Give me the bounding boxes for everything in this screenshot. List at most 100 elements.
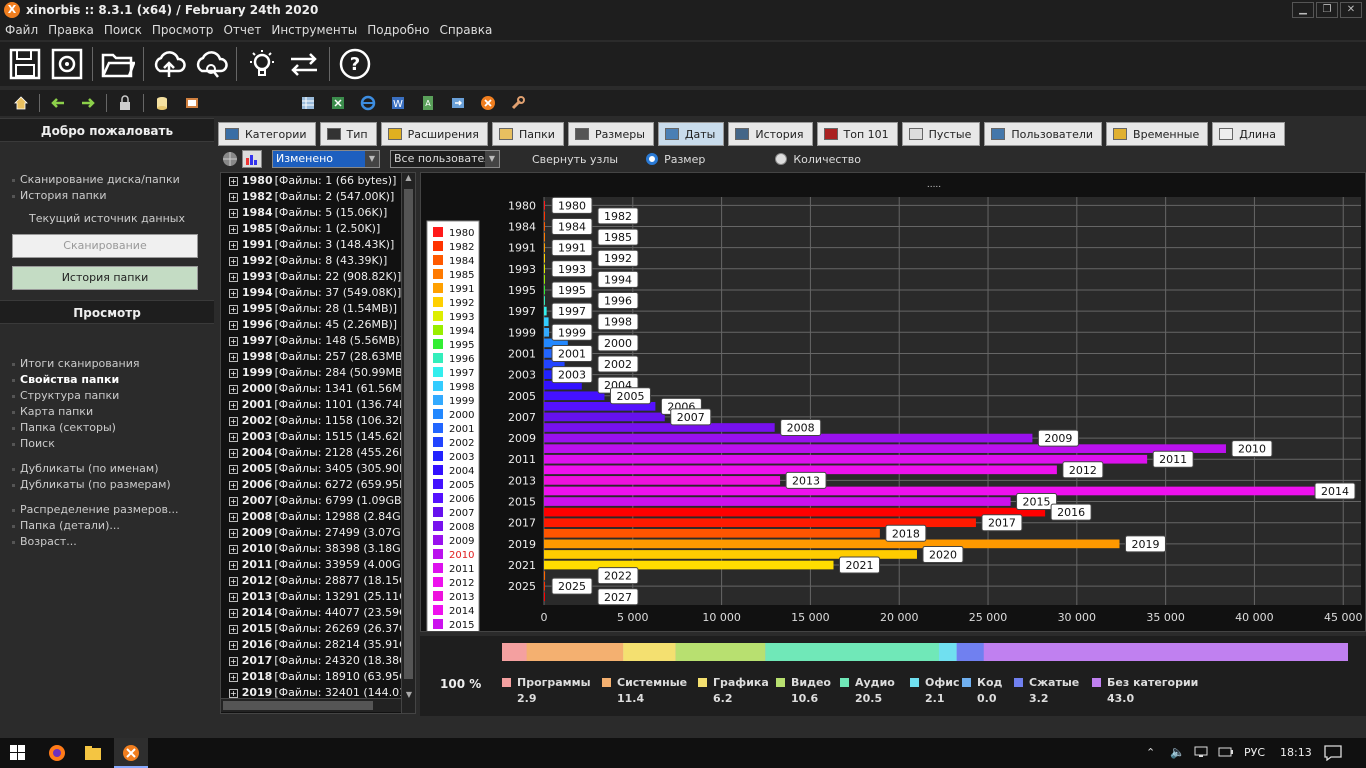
xinorbis-icon[interactable] — [479, 94, 497, 112]
swap-icon[interactable] — [286, 46, 322, 82]
word-icon[interactable]: W — [389, 94, 407, 112]
expand-icon[interactable]: + — [229, 416, 238, 426]
menu-view[interactable]: Просмотр — [147, 23, 219, 37]
expand-icon[interactable]: + — [229, 608, 238, 618]
date-mode-select[interactable]: Изменено ▼ — [272, 150, 380, 168]
tab-clock[interactable]: История — [728, 122, 813, 146]
tree-row[interactable]: +1997 [Файлы: 148 (5.56MB)] — [221, 333, 415, 349]
year-tree[interactable]: +1980 [Файлы: 1 (66 bytes)] +1982 [Файлы: 2… — [220, 172, 416, 714]
sidebar-item-folder-map[interactable]: Карта папки — [0, 404, 214, 420]
battery-icon[interactable] — [1218, 746, 1234, 761]
category-segment[interactable] — [623, 643, 676, 661]
tree-row[interactable]: +1982 [Файлы: 2 (547.00K)] — [221, 189, 415, 205]
expand-icon[interactable]: + — [229, 320, 238, 330]
folder-history-button[interactable]: История папки — [12, 266, 198, 290]
sidebar-item-dup-sizes[interactable]: Дубликаты (по размерам) — [0, 477, 214, 493]
expand-icon[interactable]: + — [229, 352, 238, 362]
sheet-icon[interactable]: A — [419, 94, 437, 112]
expand-icon[interactable]: + — [229, 496, 238, 506]
save-icon[interactable] — [7, 46, 43, 82]
menu-report[interactable]: Отчет — [218, 23, 266, 37]
expand-icon[interactable]: + — [229, 256, 238, 266]
category-segment[interactable] — [765, 643, 939, 661]
menu-tools[interactable]: Инструменты — [266, 23, 362, 37]
tree-horizontal-scrollbar[interactable] — [221, 698, 401, 712]
tree-row[interactable]: +1998 [Файлы: 257 (28.63MB)] — [221, 349, 415, 365]
tab-categories[interactable]: Категории — [218, 122, 316, 146]
tree-row[interactable]: +1991 [Файлы: 3 (148.43K)] — [221, 237, 415, 253]
expand-icon[interactable]: + — [229, 624, 238, 634]
windows-start-icon[interactable] — [10, 745, 26, 764]
tree-row[interactable]: +2003 [Файлы: 1515 (145.62MB) — [221, 429, 415, 445]
minimize-button[interactable]: ▁ — [1292, 2, 1314, 18]
lock-icon[interactable] — [116, 94, 134, 112]
expand-icon[interactable]: + — [229, 656, 238, 666]
expand-icon[interactable]: + — [229, 288, 238, 298]
expand-icon[interactable]: + — [229, 432, 238, 442]
expand-icon[interactable]: + — [229, 400, 238, 410]
expand-icon[interactable]: + — [229, 480, 238, 490]
tree-row[interactable]: +2014 [Файлы: 44077 (23.59GB) — [221, 605, 415, 621]
sidebar-item-folder-properties[interactable]: Свойства папки — [0, 372, 214, 388]
tree-row[interactable]: +1980 [Файлы: 1 (66 bytes)] — [221, 173, 415, 189]
expand-icon[interactable]: + — [229, 336, 238, 346]
database-icon[interactable] — [153, 94, 171, 112]
expand-icon[interactable]: + — [229, 384, 238, 394]
expand-icon[interactable]: + — [229, 560, 238, 570]
tree-row[interactable]: +2012 [Файлы: 28877 (18.15GB) — [221, 573, 415, 589]
expand-icon[interactable]: + — [229, 176, 238, 186]
tree-row[interactable]: +2007 [Файлы: 6799 (1.09GB)] — [221, 493, 415, 509]
tree-row[interactable]: +2006 [Файлы: 6272 (659.95MB) — [221, 477, 415, 493]
cloud-search-icon[interactable] — [193, 46, 229, 82]
notifications-icon[interactable] — [1324, 745, 1342, 764]
export-icon[interactable] — [449, 94, 467, 112]
sidebar-item-size-distribution[interactable]: Распределение размеров... — [0, 502, 214, 518]
expand-icon[interactable]: + — [229, 304, 238, 314]
expand-icon[interactable]: + — [229, 688, 238, 698]
tree-row[interactable]: +2005 [Файлы: 3405 (305.90MB) — [221, 461, 415, 477]
firefox-icon[interactable] — [48, 744, 66, 765]
radio-count[interactable] — [775, 153, 788, 165]
tree-row[interactable]: +1984 [Файлы: 5 (15.06K)] — [221, 205, 415, 221]
tree-row[interactable]: +2016 [Файлы: 28214 (35.91GB) — [221, 637, 415, 653]
expand-icon[interactable]: + — [229, 672, 238, 682]
tree-row[interactable]: +2009 [Файлы: 27499 (3.07GB)] — [221, 525, 415, 541]
sidebar-item-search[interactable]: Поиск — [0, 436, 214, 452]
category-segment[interactable] — [675, 643, 766, 661]
restore-button[interactable]: ❐ — [1316, 2, 1338, 18]
tools-icon[interactable] — [509, 94, 527, 112]
tree-row[interactable]: +2010 [Файлы: 38398 (3.18GB)] — [221, 541, 415, 557]
tree-row[interactable]: +1996 [Файлы: 45 (2.26MB)] — [221, 317, 415, 333]
category-segment[interactable] — [502, 643, 527, 661]
tree-row[interactable]: +2008 [Файлы: 12988 (2.84GB)] — [221, 509, 415, 525]
category-segment[interactable] — [526, 643, 624, 661]
explorer-icon[interactable] — [84, 744, 102, 765]
volume-icon[interactable]: 🔈 — [1170, 745, 1185, 759]
tab-temp[interactable]: Временные — [1106, 122, 1209, 146]
sidebar-item-scan-summary[interactable]: Итоги сканирования — [0, 356, 214, 372]
tab-puzzle[interactable]: Расширения — [380, 122, 488, 146]
tab-type[interactable]: Тип — [319, 122, 377, 146]
expand-icon[interactable]: + — [229, 272, 238, 282]
back-icon[interactable] — [49, 94, 67, 112]
category-segment[interactable] — [983, 643, 1348, 661]
sidebar-item-folder-structure[interactable]: Структура папки — [0, 388, 214, 404]
chart-type-icon[interactable] — [242, 150, 262, 168]
tab-length[interactable]: Длина — [1212, 122, 1285, 146]
sidebar-item-history[interactable]: История папки — [0, 188, 214, 204]
menu-edit[interactable]: Правка — [43, 23, 99, 37]
tab-calendar[interactable]: Даты — [657, 122, 725, 146]
tree-row[interactable]: +2002 [Файлы: 1158 (106.32MB) — [221, 413, 415, 429]
expand-icon[interactable]: + — [229, 640, 238, 650]
expand-icon[interactable]: + — [229, 192, 238, 202]
clock[interactable]: 18:13 — [1280, 746, 1312, 759]
excel-icon[interactable] — [329, 94, 347, 112]
ie-icon[interactable] — [359, 94, 377, 112]
tree-row[interactable]: +2000 [Файлы: 1341 (61.56MB)] — [221, 381, 415, 397]
lightbulb-icon[interactable] — [244, 46, 280, 82]
expand-icon[interactable]: + — [229, 544, 238, 554]
category-segment[interactable] — [956, 643, 984, 661]
menu-file[interactable]: Файл — [0, 23, 43, 37]
menu-details[interactable]: Подробно — [362, 23, 434, 37]
help-icon[interactable]: ? — [337, 46, 373, 82]
